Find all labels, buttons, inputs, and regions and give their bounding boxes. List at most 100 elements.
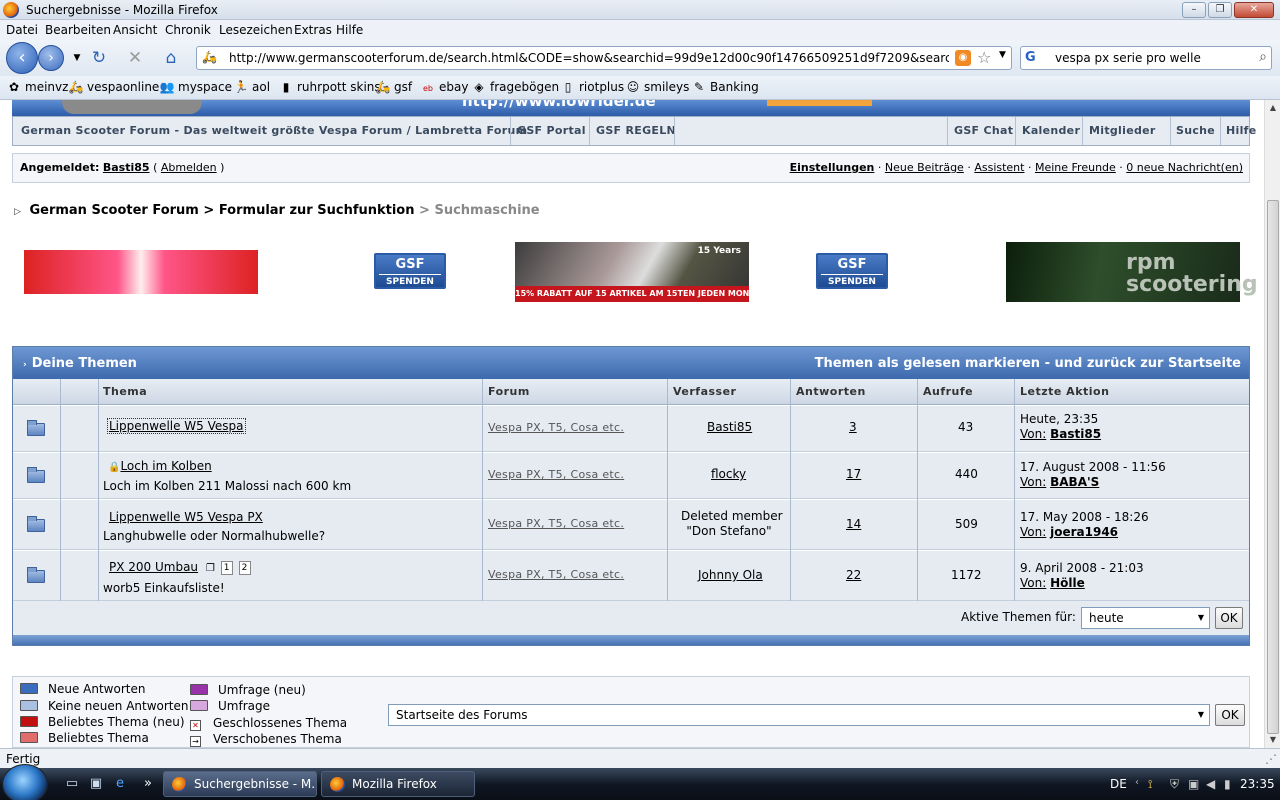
back-button[interactable]: ‹: [6, 42, 38, 74]
author-link[interactable]: Johnny Ola: [698, 568, 763, 582]
scroll-down-icon[interactable]: ▼: [1265, 732, 1280, 748]
clock[interactable]: 23:35: [1240, 777, 1275, 791]
scroll-up-icon[interactable]: ▲: [1265, 100, 1280, 116]
network-icon[interactable]: ⟟: [1148, 777, 1152, 792]
quicklaunch-more-icon[interactable]: »: [140, 776, 156, 792]
forum-link[interactable]: Vespa PX, T5, Cosa etc.: [488, 421, 624, 434]
bookmark-smileys[interactable]: ☺ smileys: [625, 80, 690, 94]
gsf-donate-banner[interactable]: GSF SPENDEN: [374, 253, 446, 289]
show-desktop-icon[interactable]: ▭: [64, 776, 80, 792]
scrollbar-thumb[interactable]: [1267, 200, 1279, 734]
page-link-1[interactable]: 1: [220, 560, 233, 575]
maximize-button[interactable]: ❐: [1208, 2, 1232, 18]
menu-lesezeichen[interactable]: Lesezeichen: [219, 23, 293, 37]
nav-suche[interactable]: Suche: [1176, 124, 1215, 137]
replies-link[interactable]: 22: [846, 568, 861, 582]
nav-forum-home[interactable]: German Scooter Forum - Das weltweit größ…: [21, 124, 527, 137]
bookmark-gsf[interactable]: 🛵 gsf: [375, 80, 413, 94]
banner-url-text[interactable]: http://www.lowrider.de: [462, 100, 682, 114]
volume-icon[interactable]: ◀: [1206, 777, 1215, 791]
bookmark-vespaonline[interactable]: 🛵 vespaonline: [68, 80, 160, 94]
author-link[interactable]: Basti85: [707, 420, 752, 434]
home-icon[interactable]: ⌂: [160, 47, 182, 69]
bookmark-ebay[interactable]: eb ebay: [420, 80, 468, 94]
menu-ansicht[interactable]: Ansicht: [113, 23, 157, 37]
logout-link[interactable]: Abmelden: [161, 161, 217, 174]
minimize-button[interactable]: –: [1182, 2, 1206, 18]
search-input[interactable]: vespa px serie pro welle: [1055, 51, 1201, 65]
friends-link[interactable]: Meine Freunde: [1035, 161, 1116, 174]
col-antworten[interactable]: Antworten: [796, 385, 866, 398]
bookmark-frageboegen[interactable]: ◈ fragebögen: [471, 80, 559, 94]
history-dropdown-icon[interactable]: ▼: [66, 47, 88, 69]
bookmark-banking[interactable]: ✎ Banking: [691, 80, 759, 94]
ad-banner-rpm[interactable]: rpm scootering: [1006, 242, 1258, 302]
menu-chronik[interactable]: Chronik: [165, 23, 211, 37]
replies-link[interactable]: 17: [846, 467, 861, 481]
author-nickname[interactable]: "Don Stefano": [681, 524, 777, 538]
menu-hilfe[interactable]: Hilfe: [336, 23, 363, 37]
forum-link[interactable]: Vespa PX, T5, Cosa etc.: [488, 568, 624, 581]
col-aufrufe[interactable]: Aufrufe: [923, 385, 973, 398]
display-icon[interactable]: ▣: [1188, 777, 1199, 791]
new-posts-link[interactable]: Neue Beiträge: [885, 161, 964, 174]
gsf-donate-banner[interactable]: GSF SPENDEN: [816, 253, 888, 289]
assistant-link[interactable]: Assistent: [974, 161, 1024, 174]
address-bar[interactable]: 🛵 http://www.germanscooterforum.de/searc…: [196, 46, 1012, 70]
topic-title-link[interactable]: Lippenwelle W5 Vespa PX: [109, 510, 263, 524]
bookmark-meinvz[interactable]: ✿ meinvz: [6, 80, 68, 94]
username-link[interactable]: Basti85: [103, 161, 150, 174]
bookmark-aol[interactable]: 🏃 aol: [233, 80, 271, 94]
topic-title-link[interactable]: PX 200 Umbau: [109, 560, 198, 574]
ad-banner-red[interactable]: [24, 250, 258, 294]
nav-gsf-regeln[interactable]: GSF REGELN: [596, 124, 676, 137]
internet-explorer-icon[interactable]: e: [112, 776, 128, 792]
taskbar-item-search-results[interactable]: Suchergebnisse - M...: [163, 771, 317, 797]
replies-link[interactable]: 14: [846, 517, 861, 531]
breadcrumb-forum[interactable]: German Scooter Forum: [29, 203, 198, 218]
search-icon[interactable]: ⌕: [1259, 49, 1267, 65]
vertical-scrollbar[interactable]: ▲ ▼: [1264, 100, 1280, 748]
resize-grip-icon[interactable]: ⋰: [1265, 752, 1277, 766]
messages-link[interactable]: 0 neue Nachricht(en): [1126, 161, 1243, 174]
language-indicator[interactable]: DE: [1110, 777, 1127, 791]
last-user-link[interactable]: Basti85: [1050, 427, 1101, 441]
active-topics-select[interactable]: heute ▼: [1081, 607, 1210, 629]
rss-feed-icon[interactable]: ◉: [955, 50, 971, 66]
replies-link[interactable]: 3: [849, 420, 857, 434]
forum-logo[interactable]: [62, 100, 202, 114]
taskbar-item-firefox[interactable]: Mozilla Firefox: [321, 771, 475, 797]
site-identity-icon[interactable]: 🛵: [202, 50, 218, 66]
last-user-link[interactable]: Hölle: [1050, 576, 1085, 590]
nav-hilfe[interactable]: Hilfe: [1226, 124, 1257, 137]
col-forum[interactable]: Forum: [488, 385, 530, 398]
mark-read-link[interactable]: Themen als gelesen markieren - und zurüc…: [815, 356, 1241, 371]
col-verfasser[interactable]: Verfasser: [673, 385, 737, 398]
switch-windows-icon[interactable]: ▣: [88, 776, 104, 792]
url-dropdown-icon[interactable]: ▼: [999, 50, 1006, 60]
start-button[interactable]: [2, 764, 48, 800]
banner-ad-strip[interactable]: [767, 100, 872, 106]
forum-jump-ok-button[interactable]: OK: [1215, 704, 1245, 726]
nav-gsf-chat[interactable]: GSF Chat: [954, 124, 1013, 137]
col-thema[interactable]: Thema: [103, 385, 147, 398]
menu-extras[interactable]: Extras: [294, 23, 332, 37]
page-link-2[interactable]: 2: [238, 560, 251, 575]
url-text[interactable]: http://www.germanscooterforum.de/search.…: [229, 51, 949, 65]
col-letzte-aktion[interactable]: Letzte Aktion: [1020, 385, 1109, 398]
nav-mitglieder[interactable]: Mitglieder: [1089, 124, 1156, 137]
stop-icon[interactable]: ✕: [124, 47, 146, 69]
author-name[interactable]: Deleted member: [681, 509, 783, 523]
nav-kalender[interactable]: Kalender: [1022, 124, 1080, 137]
search-bar[interactable]: G vespa px serie pro welle ⌕: [1020, 46, 1272, 70]
forum-link[interactable]: Vespa PX, T5, Cosa etc.: [488, 468, 624, 481]
bookmark-ruhrpott-skins[interactable]: ▮ ruhrpott skins: [278, 80, 381, 94]
bookmark-riotplus[interactable]: ▯ riotplus: [560, 80, 624, 94]
last-user-link[interactable]: joera1946: [1050, 525, 1118, 539]
bookmark-myspace[interactable]: 👥 myspace: [159, 80, 232, 94]
topics-title[interactable]: › Deine Themen: [23, 356, 137, 371]
tray-chevron-icon[interactable]: ‹: [1135, 777, 1139, 788]
nav-gsf-portal[interactable]: GSF Portal: [517, 124, 586, 137]
topic-title-link[interactable]: Loch im Kolben: [120, 459, 211, 473]
menu-bearbeiten[interactable]: Bearbeiten: [45, 23, 111, 37]
